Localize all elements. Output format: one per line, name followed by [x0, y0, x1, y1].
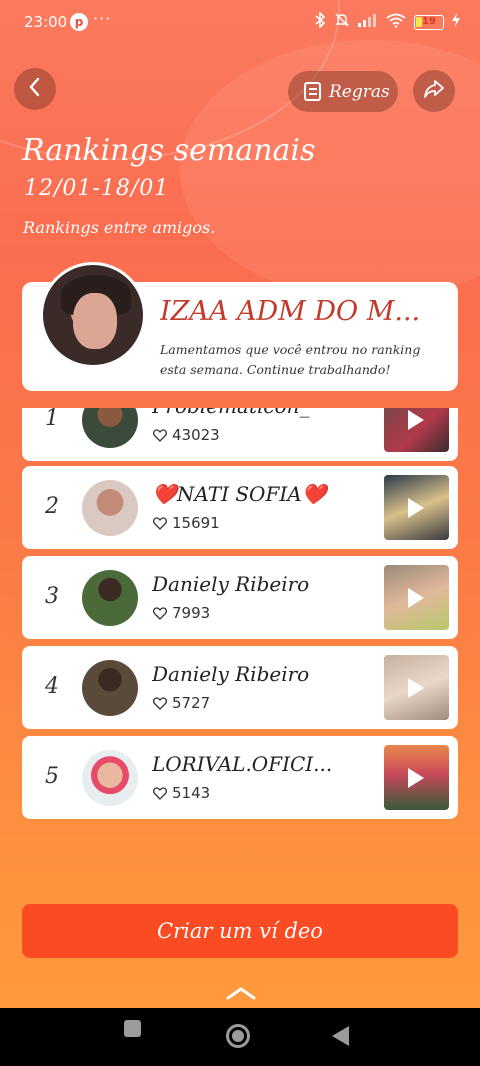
play-icon	[408, 588, 424, 608]
bluetooth-icon	[314, 11, 326, 32]
rank-number: 3	[45, 584, 59, 609]
play-icon	[408, 498, 424, 518]
document-icon	[304, 82, 321, 101]
back-button[interactable]	[14, 68, 56, 110]
ranking-username: ❤️NATI SOFIA❤️	[152, 482, 327, 506]
screen: 23:00 p ··· 19 Regras Rankings semanais …	[0, 0, 480, 1008]
signal-icon	[358, 13, 378, 31]
play-icon	[408, 678, 424, 698]
create-video-button[interactable]: Criar um ví deo	[22, 904, 458, 958]
chevron-up-icon[interactable]	[226, 985, 256, 1001]
heart-icon	[153, 696, 167, 710]
heart-icon	[153, 786, 167, 800]
video-thumbnail[interactable]	[384, 408, 449, 452]
avatar[interactable]	[82, 408, 138, 448]
battery-level: 19	[422, 15, 436, 27]
heart-icon	[153, 606, 167, 620]
rules-label: Regras	[329, 81, 390, 102]
rank-message: Lamentamos que você entrou no ranking es…	[160, 342, 421, 377]
chevron-left-icon	[28, 77, 42, 101]
status-icons: 19	[314, 11, 460, 32]
heart-icon	[153, 516, 167, 530]
ranking-row[interactable]: 3 Daniely Ribeiro 7993	[22, 556, 458, 639]
like-value: 5143	[172, 784, 211, 802]
wifi-icon	[386, 13, 406, 32]
status-time: 23:00	[24, 13, 68, 31]
heart-icon	[153, 428, 167, 442]
share-icon	[423, 79, 445, 103]
ranking-row[interactable]: 1 Problematicon_ 43023	[22, 408, 458, 461]
like-value: 7993	[172, 604, 211, 622]
ranking-row[interactable]: 2 ❤️NATI SOFIA❤️ 15691	[22, 466, 458, 549]
user-name: IZAA ADM DO M...	[160, 296, 421, 327]
like-count: 15691	[153, 514, 220, 532]
rank-number: 1	[45, 408, 59, 431]
video-thumbnail[interactable]	[384, 565, 449, 630]
battery-icon: 19	[414, 14, 444, 30]
rules-button[interactable]: Regras	[288, 71, 398, 112]
ranking-username: LORIVAL.OFICI...	[152, 752, 333, 776]
play-icon	[408, 768, 424, 788]
ranking-username: Daniely Ribeiro	[152, 662, 310, 686]
avatar[interactable]	[82, 570, 138, 626]
like-value: 15691	[172, 514, 220, 532]
ranking-username: Problematicon_	[152, 408, 362, 418]
pinterest-icon: p	[70, 13, 88, 31]
recents-button[interactable]	[124, 1020, 141, 1037]
video-thumbnail[interactable]	[384, 655, 449, 720]
video-thumbnail[interactable]	[384, 475, 449, 540]
date-range: 12/01-18/01	[24, 176, 170, 201]
like-value: 5727	[172, 694, 211, 712]
video-thumbnail[interactable]	[384, 745, 449, 810]
avatar[interactable]	[82, 480, 138, 536]
like-count: 7993	[153, 604, 210, 622]
avatar[interactable]	[82, 660, 138, 716]
like-count: 43023	[153, 426, 220, 444]
share-button[interactable]	[413, 70, 455, 112]
mute-icon	[334, 12, 350, 32]
ranking-username: Daniely Ribeiro	[152, 572, 310, 596]
like-value: 43023	[172, 426, 220, 444]
rank-number: 5	[45, 764, 59, 789]
ranking-row[interactable]: 5 LORIVAL.OFICI... 5143	[22, 736, 458, 819]
avatar[interactable]	[40, 262, 146, 368]
ranking-row[interactable]: 4 Daniely Ribeiro 5727	[22, 646, 458, 729]
page-title: Rankings semanais	[22, 133, 316, 168]
system-back-button[interactable]	[332, 1026, 349, 1046]
charging-icon	[452, 13, 460, 31]
like-count: 5143	[153, 784, 210, 802]
play-icon	[408, 410, 424, 430]
status-bar: 23:00 p ··· 19	[0, 0, 480, 46]
ranking-list: 1 Problematicon_ 43023 2 ❤️NATI SOFIA❤️ …	[22, 408, 458, 828]
avatar[interactable]	[82, 750, 138, 806]
like-count: 5727	[153, 694, 210, 712]
page-subtitle: Rankings entre amigos.	[23, 218, 216, 237]
home-button[interactable]	[226, 1024, 250, 1048]
rank-number: 2	[45, 494, 59, 519]
more-notifications-icon: ···	[93, 9, 112, 28]
rank-number: 4	[45, 674, 59, 699]
